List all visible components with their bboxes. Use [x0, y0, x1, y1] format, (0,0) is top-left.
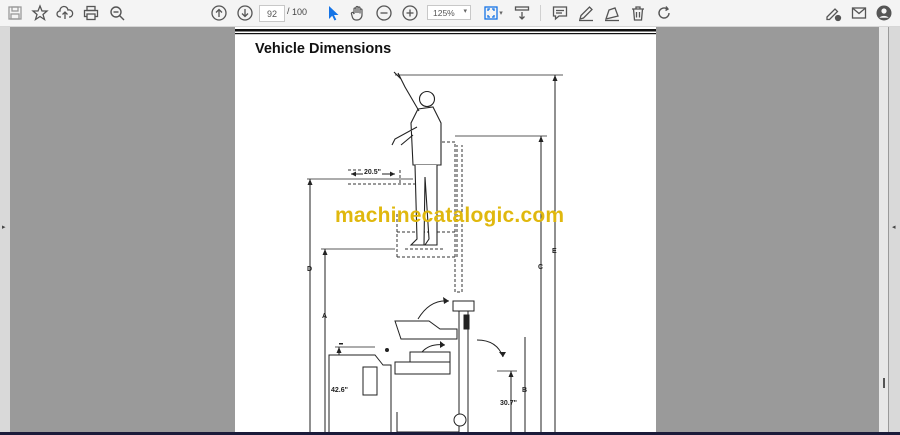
dim-label-d: D — [307, 266, 313, 273]
dim-label-a: A — [322, 313, 328, 320]
vehicle-dimension-drawing — [235, 29, 656, 435]
page-number-input[interactable] — [259, 5, 285, 22]
previous-page-icon[interactable] — [209, 3, 229, 23]
dim-label-e: E — [552, 248, 557, 255]
page-heading: Vehicle Dimensions — [255, 41, 392, 57]
scroll-mode-icon[interactable] — [512, 3, 532, 23]
next-page-icon[interactable] — [235, 3, 255, 23]
page-separator: / — [287, 6, 290, 16]
toolbar: / 100 125% ▾ ▾ — [0, 0, 900, 27]
watermark-text: machinecatalogic.com — [335, 204, 565, 227]
expand-right-panel-icon[interactable]: ◂ — [892, 223, 896, 231]
scrollbar-thumb[interactable] — [883, 378, 885, 388]
zoom-in-icon[interactable] — [400, 3, 420, 23]
zoom-value: 125% — [433, 7, 455, 18]
account-avatar-icon[interactable] — [874, 3, 894, 23]
dim-label-height-1: 42.6" — [331, 387, 348, 394]
comment-icon[interactable] — [550, 3, 570, 23]
save-icon[interactable] — [5, 3, 25, 23]
delete-trash-icon[interactable] — [628, 3, 648, 23]
pen-draw-icon[interactable] — [576, 3, 596, 23]
zoom-dropdown[interactable]: 125% ▾ — [427, 5, 471, 20]
hand-tool-icon[interactable] — [348, 3, 368, 23]
sign-pen-icon[interactable] — [823, 3, 843, 23]
bookmark-star-icon[interactable] — [30, 3, 50, 23]
cloud-upload-icon[interactable] — [55, 3, 75, 23]
dim-label-height-2: 30.7" — [500, 400, 517, 407]
left-panel-collapsed[interactable]: ▸ — [0, 27, 10, 435]
zoom-search-icon[interactable] — [107, 3, 127, 23]
dim-label-b: B — [522, 387, 528, 394]
select-cursor-icon[interactable] — [323, 3, 343, 23]
toolbar-divider — [540, 5, 541, 21]
mail-icon[interactable] — [849, 3, 869, 23]
page-total: 100 — [292, 7, 308, 17]
expand-left-panel-icon[interactable]: ▸ — [2, 223, 6, 231]
zoom-out-icon[interactable] — [374, 3, 394, 23]
vertical-scrollbar[interactable] — [879, 27, 888, 435]
right-panel-collapsed[interactable]: ◂ — [889, 27, 900, 435]
fit-dropdown-chevron-icon[interactable]: ▾ — [497, 3, 505, 23]
chevron-down-icon: ▾ — [463, 8, 467, 15]
print-icon[interactable] — [81, 3, 101, 23]
document-page: 20.5" D C E A B 42.6" 30.7" — [235, 27, 656, 435]
rotate-icon[interactable] — [654, 3, 674, 23]
dim-label-c: C — [538, 264, 544, 271]
eraser-icon[interactable] — [602, 3, 622, 23]
dim-label-width: 20.5" — [363, 169, 382, 176]
